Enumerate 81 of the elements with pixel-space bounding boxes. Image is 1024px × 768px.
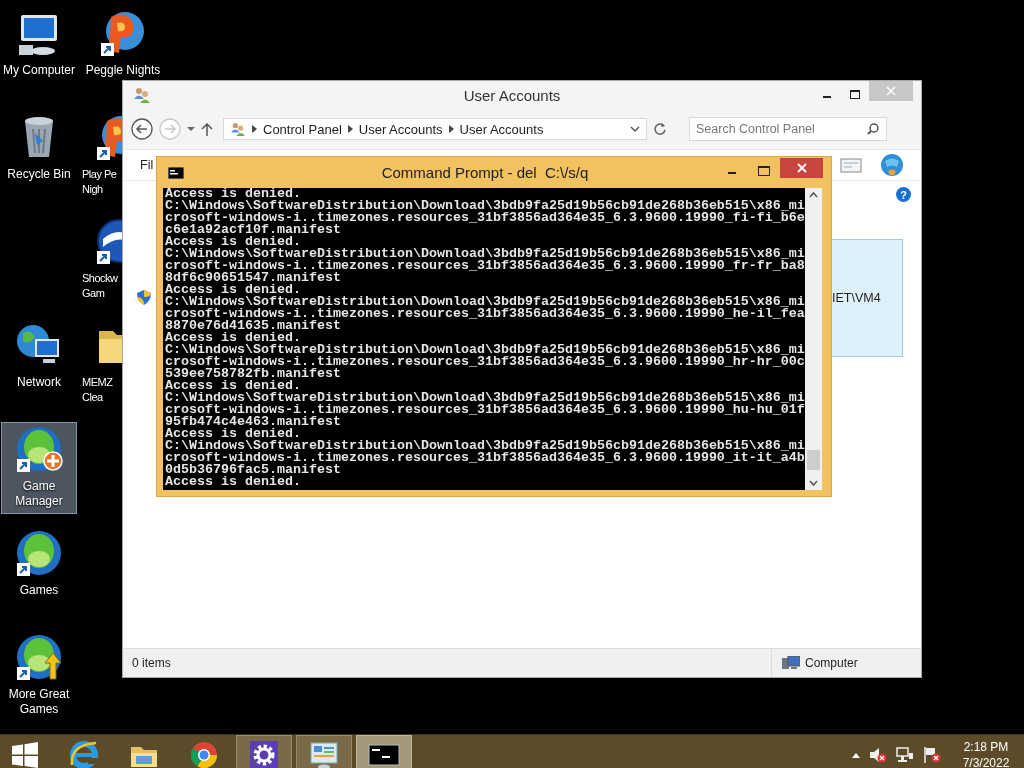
fish-icon: [15, 529, 63, 577]
breadcrumb-arrow-icon: [347, 125, 353, 133]
fish-icon: [15, 425, 63, 473]
desktop-icon[interactable]: My Computer: [1, 6, 77, 83]
console-icon: [168, 167, 184, 179]
menu-item[interactable]: Fil: [140, 158, 154, 172]
back-button[interactable]: [131, 118, 153, 140]
console-line: 0d5b36796fac5.manifest: [165, 464, 341, 476]
console-line: Access is denied.: [165, 188, 301, 200]
console-line: crosoft-windows-i..timezones.resources_31bf3856ad364e35_6.3.9600.19990_fr-fr_ba8: [165, 260, 805, 272]
console-line: Access is denied.: [165, 332, 301, 344]
scrollbar[interactable]: [805, 188, 822, 490]
console-line: C:\Windows\SoftwareDistribution\Download\3bdb9fa25d19b56cb91de268b36eb515\x86_mi: [165, 392, 805, 404]
globe-icon[interactable]: [880, 153, 904, 177]
desktop-icon[interactable]: Network: [1, 318, 77, 395]
taskbar-button[interactable]: [236, 735, 292, 768]
up-arrow-button[interactable]: [201, 122, 213, 136]
refresh-button[interactable]: [653, 122, 667, 136]
desktop-icon[interactable]: Game Manager: [1, 422, 77, 514]
console-line: c6e1a92acf10f.manifest: [165, 224, 341, 236]
console-line: Access is denied.: [165, 284, 301, 296]
close-icon: [886, 86, 896, 96]
dropdown-caret-icon[interactable]: [187, 126, 195, 132]
console-line: 95fb474c4e463.manifest: [165, 416, 341, 428]
address-bar[interactable]: Control Panel User Accounts User Accounts: [223, 118, 647, 140]
maximize-icon: [758, 166, 770, 176]
chrome-icon: [188, 739, 220, 768]
console-line: 8870e76d41635.manifest: [165, 320, 341, 332]
clock-date: 7/3/2022: [962, 755, 1010, 768]
console-line: C:\Windows\SoftwareDistribution\Download\3bdb9fa25d19b56cb91de268b36eb515\x86_mi: [165, 248, 805, 260]
console-line: Access is denied.: [165, 236, 301, 248]
item-count: 0 items: [132, 656, 171, 670]
console-line: Access is denied.: [165, 428, 301, 440]
close-button[interactable]: [780, 158, 823, 178]
computer-icon: [782, 656, 800, 670]
search-field[interactable]: Search Control Panel: [689, 117, 887, 141]
breadcrumb-arrow-icon: [448, 125, 454, 133]
console-line: C:\Windows\SoftwareDistribution\Download\3bdb9fa25d19b56cb91de268b36eb515\x86_mi: [165, 344, 805, 356]
fish-icon: [15, 633, 63, 681]
desktop-icon[interactable]: Recycle Bin: [1, 110, 77, 187]
flag-icon[interactable]: [923, 747, 941, 763]
console-line: crosoft-windows-i..timezones.resources_31bf3856ad364e35_6.3.9600.19990_he-il_fea: [165, 308, 805, 320]
clock-time: 2:18 PM: [963, 739, 1009, 755]
desktop-icon[interactable]: Games: [1, 526, 77, 603]
desktop-icon[interactable]: Peggle Nights: [79, 6, 167, 83]
console-line: C:\Windows\SoftwareDistribution\Download\3bdb9fa25d19b56cb91de268b36eb515\x86_mi: [165, 440, 805, 452]
maximize-icon: [850, 90, 860, 100]
console-line: C:\Windows\SoftwareDistribution\Download\3bdb9fa25d19b56cb91de268b36eb515\x86_mi: [165, 296, 805, 308]
close-icon: [796, 163, 807, 173]
scroll-thumb[interactable]: [807, 450, 820, 470]
help-button[interactable]: ?: [896, 187, 911, 202]
windows-logo-icon: [12, 742, 38, 768]
breadcrumb-item[interactable]: Control Panel: [263, 121, 342, 137]
console-line: Access is denied.: [165, 380, 301, 392]
window-title: User Accounts: [462, 86, 562, 104]
console-line: 8df6c90651547.manifest: [165, 272, 341, 284]
location-label: Computer: [805, 656, 858, 670]
console-line: crosoft-windows-i..timezones.resources_31bf3856ad364e35_6.3.9600.19990_hu-hu_01f: [165, 404, 805, 416]
breadcrumb-item[interactable]: User Accounts: [358, 121, 443, 137]
show-hidden-icons-icon[interactable]: [852, 752, 860, 758]
breadcrumb-arrow-icon: [252, 125, 257, 133]
console-line: 539ee758782fb.manifest: [165, 368, 341, 380]
gear-icon: [248, 739, 280, 768]
chevron-down-icon[interactable]: [630, 125, 640, 133]
shield-icon: [137, 290, 151, 305]
clock[interactable]: 2:18 PM 7/3/2022: [958, 739, 1014, 768]
control-panel-icon: [308, 739, 340, 768]
account-text: IET\VM4: [832, 291, 881, 305]
volume-muted-icon[interactable]: [869, 747, 887, 763]
console-line: C:\Windows\SoftwareDistribution\Download\3bdb9fa25d19b56cb91de268b36eb515\x86_mi: [165, 200, 805, 212]
users-icon: [230, 122, 246, 136]
desktop-icon[interactable]: More Great Games: [1, 630, 77, 722]
window-title: Command Prompt - del C:\/s/q: [380, 164, 590, 181]
network-icon[interactable]: [896, 747, 914, 763]
console-line: Access is denied.: [165, 476, 302, 488]
console-line: crosoft-windows-i..timezones.resources_31bf3856ad364e35_6.3.9600.19990_fi-fi_b6e: [165, 212, 805, 224]
taskbar-button[interactable]: [356, 735, 412, 768]
console-line: crosoft-windows-i..timezones.resources_31bf3856ad364e35_6.3.9600.19990_it-it_a4b: [165, 452, 805, 464]
users-icon: [133, 87, 151, 103]
breadcrumb-item[interactable]: User Accounts: [459, 121, 544, 137]
console-line: crosoft-windows-i..timezones.resources_31bf3856ad364e35_6.3.9600.19990_hr-hr_00c: [165, 356, 805, 368]
